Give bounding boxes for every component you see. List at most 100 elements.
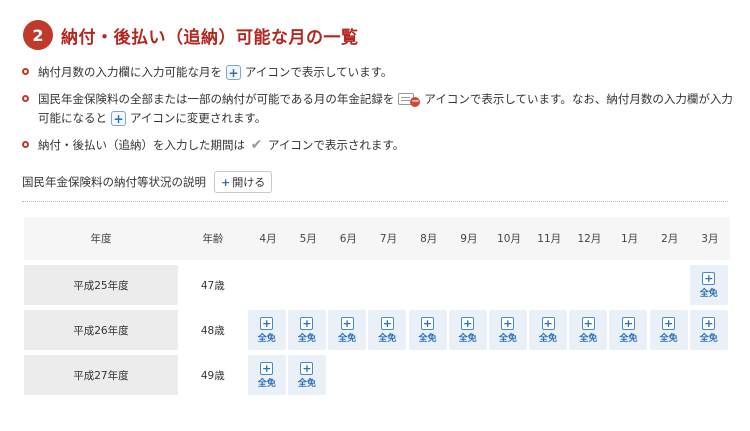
month-cell-input[interactable]: + 全免 <box>368 310 407 350</box>
header-month: 9月 <box>460 233 478 245</box>
header-month: 4月 <box>259 233 277 245</box>
month-cell-empty <box>529 355 568 395</box>
explain-row: 国民年金保険料の納付等状況の説明 + 開ける <box>22 171 273 193</box>
payment-month-table: 年度 年齢 4月 5月 6月 7月 8月 9月 10月 11月 12月 1月 2… <box>24 217 730 395</box>
bullet-icon <box>22 95 29 102</box>
month-cell-input[interactable]: + 全免 <box>328 310 367 350</box>
month-cell-empty <box>649 265 688 305</box>
header-age: 年齢 <box>202 233 224 245</box>
row-year: 平成27年度 <box>24 355 178 395</box>
plus-icon: + <box>621 316 635 330</box>
header-month: 8月 <box>420 233 438 245</box>
row-age: 49歳 <box>200 369 225 382</box>
header-month: 12月 <box>577 233 602 245</box>
cell-status-label: 全免 <box>699 333 718 344</box>
legend-list: 納付月数の入力欄に入力可能な月を + アイコンで表示しています。 国民年金保険料の全… <box>22 63 737 163</box>
row-year: 平成25年度 <box>24 265 178 305</box>
plus-icon: + <box>300 316 314 330</box>
month-cell-empty <box>368 265 407 305</box>
plus-icon: + <box>260 361 274 375</box>
month-cell-empty <box>408 355 447 395</box>
month-cell-input[interactable]: + 全免 <box>569 310 608 350</box>
cell-status-label: 全免 <box>378 333 397 344</box>
header-year: 年度 <box>90 233 112 245</box>
legend-text: 納付月数の入力欄に入力可能な月を <box>38 65 222 79</box>
plus-icon: + <box>541 316 555 330</box>
open-explain-button[interactable]: + 開ける <box>214 171 273 193</box>
month-cell-input[interactable]: + 全免 <box>689 265 728 305</box>
month-cell-empty <box>488 355 527 395</box>
month-cell-empty <box>247 265 286 305</box>
month-cell-empty <box>569 355 608 395</box>
record-icon: − <box>398 92 421 107</box>
month-cell-empty <box>689 355 728 395</box>
table-header: 年度 年齢 4月 5月 6月 7月 8月 9月 10月 11月 12月 1月 2… <box>24 217 730 260</box>
section-title: 納付・後払い（追納）可能な月の一覧 <box>61 27 359 48</box>
cell-status-label: 全免 <box>418 333 437 344</box>
open-button-label: 開ける <box>232 176 266 189</box>
table-row: 平成26年度 48歳 + 全免 + 全免 + 全免 + 全免 + 全免 + 全免 + 全免 + 全免 + 全免 + 全免 +… <box>24 310 730 350</box>
month-cell-empty <box>649 355 688 395</box>
cell-status-label: 全免 <box>297 333 316 344</box>
table-row: 平成27年度 49歳 + 全免 + 全免 <box>24 355 730 395</box>
month-cell-empty <box>529 265 568 305</box>
section-number-badge: 2 <box>23 20 53 50</box>
month-cell-empty <box>328 265 367 305</box>
month-cell-input[interactable]: + 全免 <box>287 355 326 395</box>
plus-icon: + <box>421 316 434 330</box>
month-cell-empty <box>287 265 326 305</box>
plus-icon: + <box>662 316 676 330</box>
cell-status-label: 全免 <box>257 378 276 389</box>
cell-status-label: 全免 <box>619 333 638 344</box>
month-cell-input[interactable]: + 全免 <box>287 310 326 350</box>
month-cell-input[interactable]: + 全免 <box>247 355 286 395</box>
explain-label: 国民年金保険料の納付等状況の説明 <box>22 175 206 189</box>
plus-icon: + <box>702 271 716 285</box>
cell-status-label: 全免 <box>659 333 678 344</box>
cell-status-label: 全免 <box>297 378 316 389</box>
plus-icon: + <box>581 316 595 330</box>
plus-icon: + <box>300 361 314 375</box>
month-cell-input[interactable]: + 全免 <box>609 310 648 350</box>
header-month: 1月 <box>620 233 639 245</box>
plus-icon: + <box>702 316 716 330</box>
month-cell-empty <box>609 355 648 395</box>
legend-text: アイコンに変更されます。 <box>130 111 267 125</box>
month-cell-input[interactable]: + 全免 <box>247 310 286 350</box>
cell-status-label: 全免 <box>498 333 517 344</box>
legend-text: アイコンで表示されます。 <box>268 138 405 152</box>
plus-icon: + <box>260 316 274 330</box>
cell-status-label: 全免 <box>579 333 598 344</box>
header-month: 2月 <box>661 233 679 245</box>
row-age: 47歳 <box>200 279 225 292</box>
month-cell-empty <box>328 355 367 395</box>
month-cell-input[interactable]: + 全免 <box>408 310 447 350</box>
month-cell-input[interactable]: + 全免 <box>649 310 688 350</box>
cell-status-label: 全免 <box>699 288 718 299</box>
section-header: 2 納付・後払い（追納）可能な月の一覧 <box>23 20 359 50</box>
legend-item-paid: 納付・後払い（追納）を入力した期間は ✔ アイコンで表示されます。 <box>22 136 737 155</box>
header-month: 5月 <box>299 233 317 245</box>
header-month: 10月 <box>497 233 521 245</box>
month-cell-input[interactable]: + 全免 <box>488 310 527 350</box>
header-month: 3月 <box>701 233 719 245</box>
header-month: 6月 <box>339 233 357 245</box>
month-cell-empty <box>488 265 527 305</box>
plus-icon: + <box>461 316 475 330</box>
plus-icon: + <box>226 65 241 80</box>
plus-icon: + <box>501 316 515 330</box>
table-body: 平成25年度 47歳 + 全免 平成26年度 48歳 + 全免 + 全免 + 全免 + 全免 + 全免 + 全免 +… <box>24 265 730 395</box>
row-age: 48歳 <box>200 324 225 337</box>
plus-icon: + <box>111 111 126 126</box>
header-month: 11月 <box>537 233 562 245</box>
bullet-icon <box>22 68 29 75</box>
bullet-icon <box>22 141 29 148</box>
month-cell-empty <box>448 265 487 305</box>
divider <box>22 201 728 202</box>
cell-status-label: 全免 <box>458 333 477 344</box>
month-cell-input[interactable]: + 全免 <box>529 310 568 350</box>
month-cell-input[interactable]: + 全免 <box>689 310 728 350</box>
cell-status-label: 全免 <box>539 333 558 344</box>
month-cell-empty <box>448 355 487 395</box>
month-cell-input[interactable]: + 全免 <box>448 310 487 350</box>
